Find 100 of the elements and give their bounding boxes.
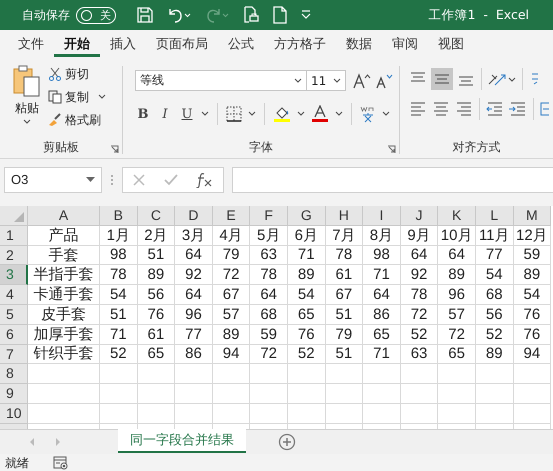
dialog-launcher-icon[interactable]	[110, 145, 119, 154]
borders-icon[interactable]	[226, 106, 242, 122]
ribbon-tab[interactable]: 视图	[428, 30, 474, 58]
table-cell: 64	[250, 285, 288, 305]
new-document-icon[interactable]	[272, 6, 288, 24]
row-header[interactable]: 2	[0, 246, 28, 266]
dialog-launcher-icon[interactable]	[387, 145, 396, 154]
table-cell	[175, 364, 213, 384]
row-header[interactable]: 4	[0, 285, 28, 305]
add-sheet-icon[interactable]	[278, 433, 296, 451]
column-header[interactable]: M	[514, 206, 552, 226]
table-cell: 78	[250, 265, 288, 286]
column-header[interactable]: E	[212, 206, 250, 226]
check-icon[interactable]	[164, 172, 178, 186]
table-cell: 67	[212, 285, 250, 305]
column-header[interactable]: L	[476, 206, 514, 226]
table-cell: 加厚手套	[28, 324, 100, 345]
column-header[interactable]: G	[288, 206, 326, 226]
phonetic-guide-icon[interactable]	[360, 105, 376, 123]
cut-button[interactable]: 剪切	[48, 64, 106, 84]
align-right-icon[interactable]	[454, 100, 474, 118]
font-color-icon[interactable]	[311, 105, 329, 123]
row-header[interactable]: 5	[0, 304, 28, 325]
row-header[interactable]: 3	[0, 265, 28, 286]
customize-caret-icon[interactable]	[300, 10, 312, 20]
bold-button[interactable]: B	[135, 106, 151, 122]
table-cell: 52	[100, 344, 138, 364]
font-name-dropdown[interactable]: 等线	[135, 70, 307, 91]
column-header[interactable]: C	[138, 206, 176, 226]
copy-button[interactable]: 复制	[48, 87, 106, 107]
table-cell: 68	[250, 304, 288, 325]
ribbon-tab[interactable]: 公式	[218, 30, 264, 58]
table-cell	[288, 404, 326, 424]
caret-icon[interactable]	[335, 111, 343, 117]
table-cell: 79	[212, 246, 250, 266]
table-cell: 79	[326, 324, 364, 345]
insert-function-icon[interactable]	[196, 172, 214, 188]
column-header[interactable]: J	[400, 206, 438, 226]
increase-font-size-icon[interactable]	[353, 72, 371, 88]
table-cell	[138, 384, 176, 404]
ribbon-tab[interactable]: 插入	[100, 30, 146, 58]
table-cell	[212, 384, 250, 404]
column-header[interactable]: H	[326, 206, 364, 226]
name-box[interactable]: O3	[4, 166, 102, 192]
table-cell: 92	[175, 265, 213, 286]
table-cell	[326, 384, 364, 404]
formula-input-field[interactable]	[232, 166, 553, 192]
clipboard-icon	[12, 64, 42, 98]
save-icon[interactable]	[136, 6, 154, 24]
middle-align-icon[interactable]	[431, 68, 453, 90]
table-cell: 54	[514, 285, 552, 305]
row-header[interactable]: 8	[0, 364, 28, 384]
table-cell	[250, 364, 288, 384]
italic-button[interactable]: I	[157, 106, 173, 122]
ribbon-tab[interactable]: 审阅	[382, 30, 428, 58]
table-cell	[138, 404, 176, 424]
row-header[interactable]: 9	[0, 384, 28, 404]
align-center-icon[interactable]	[431, 100, 451, 118]
table-cell: 78	[326, 246, 364, 266]
caret-icon[interactable]	[248, 111, 256, 117]
group-label: 字体	[249, 138, 273, 156]
column-header[interactable]: D	[175, 206, 213, 226]
increase-indent-icon[interactable]	[508, 100, 528, 118]
decrease-font-size-icon[interactable]	[375, 72, 393, 88]
table-cell: 92	[400, 265, 438, 286]
caret-icon[interactable]	[382, 111, 390, 117]
column-header[interactable]: F	[250, 206, 288, 226]
sheet-tab[interactable]: 同一字段合并结果	[118, 429, 246, 453]
ribbon-tab[interactable]: 方方格子	[264, 30, 336, 58]
column-header[interactable]: B	[100, 206, 138, 226]
ribbon-tab[interactable]: 文件	[8, 30, 54, 58]
caret-icon	[23, 119, 31, 125]
table-cell	[326, 364, 364, 384]
font-size-dropdown[interactable]: 11	[306, 70, 346, 91]
align-left-icon[interactable]	[408, 100, 428, 118]
autosave-toggle[interactable]: 关	[76, 6, 116, 24]
column-header[interactable]: A	[28, 206, 100, 226]
table-cell: 71	[363, 344, 401, 364]
format-painter-button[interactable]: 格式刷	[48, 110, 106, 130]
row-header[interactable]: 10	[0, 404, 28, 424]
table-cell: 54	[476, 265, 514, 286]
print-preview-icon[interactable]	[242, 6, 260, 24]
row-header[interactable]: 6	[0, 324, 28, 345]
table-cell: 86	[363, 304, 401, 325]
fill-color-icon[interactable]	[273, 105, 291, 123]
ribbon-tab[interactable]: 数据	[336, 30, 382, 58]
column-header[interactable]: I	[363, 206, 401, 226]
column-header[interactable]: K	[438, 206, 476, 226]
ribbon-tab[interactable]: 页面布局	[146, 30, 218, 58]
table-cell	[326, 404, 364, 424]
caret-icon[interactable]	[297, 111, 305, 117]
row-header[interactable]: 1	[0, 226, 28, 246]
caret-icon[interactable]	[201, 111, 209, 117]
macro-record-icon[interactable]	[53, 456, 69, 470]
table-cell: 2月	[138, 226, 176, 246]
decrease-indent-icon[interactable]	[485, 100, 505, 118]
table-cell: 96	[175, 304, 213, 325]
underline-button[interactable]: U	[179, 106, 195, 122]
row-header[interactable]: 7	[0, 344, 28, 364]
paste-button[interactable]: 粘贴	[12, 64, 42, 128]
